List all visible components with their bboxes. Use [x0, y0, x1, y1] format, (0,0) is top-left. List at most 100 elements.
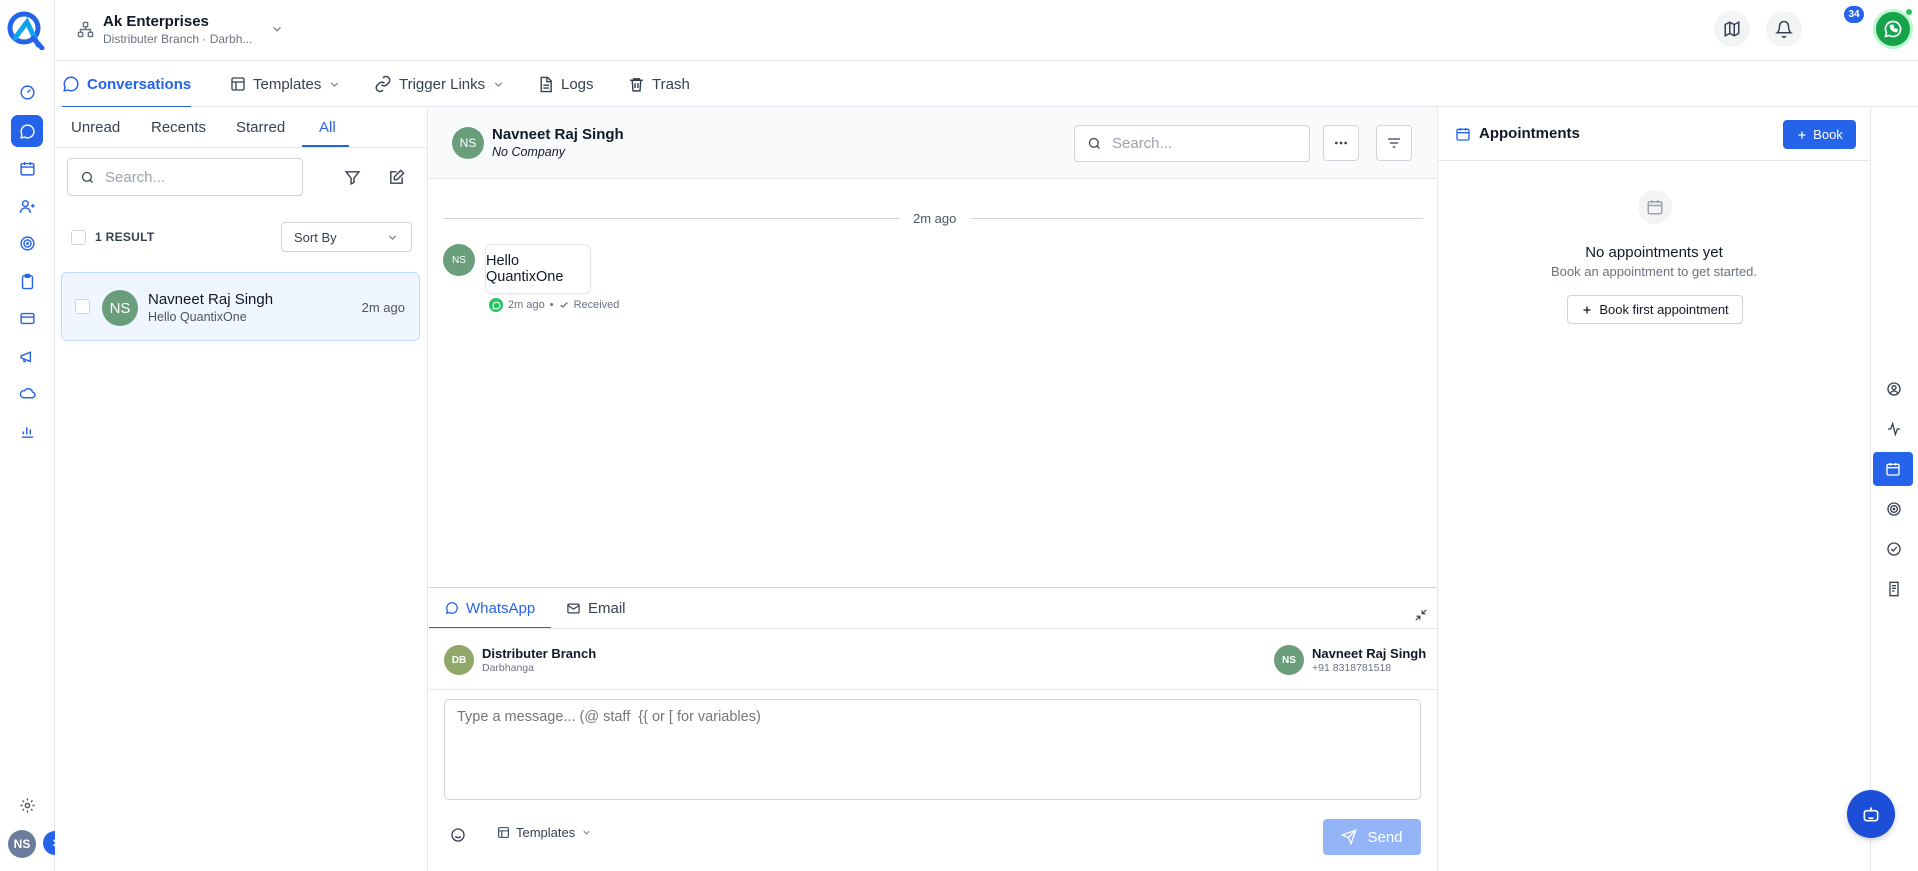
template-icon	[231, 77, 245, 91]
tab-email[interactable]: Email	[566, 589, 626, 627]
message-time: 2m ago	[508, 299, 545, 311]
app-logo[interactable]	[5, 8, 47, 50]
template-icon	[498, 827, 509, 838]
search-placeholder: Search...	[105, 168, 166, 186]
chat-panel: NS Navneet Raj Singh No Company Search..…	[429, 107, 1437, 871]
trash-icon	[630, 77, 643, 92]
sender-name: Distributer Branch	[482, 646, 597, 661]
assistant-bot-button[interactable]	[1847, 790, 1895, 838]
composer-divider	[429, 587, 1437, 588]
nav-calendar-icon[interactable]	[11, 152, 43, 184]
conversation-search-input[interactable]: Search...	[67, 158, 303, 196]
user-avatar[interactable]: NS	[8, 830, 36, 858]
conversation-checkbox[interactable]	[75, 299, 90, 314]
book-first-label: Book first appointment	[1599, 302, 1729, 317]
whatsapp-icon	[489, 298, 503, 312]
collapse-composer-button[interactable]	[1413, 607, 1429, 623]
org-name[interactable]: Ak Enterprises	[103, 13, 209, 30]
filter-lines-icon	[1388, 138, 1400, 148]
recipient-name: Navneet Raj Singh	[1312, 646, 1427, 661]
notes-icon[interactable]	[1877, 572, 1911, 606]
nav-dashboard-icon[interactable]	[11, 76, 43, 108]
filter-button[interactable]	[341, 166, 363, 188]
tab-conversations[interactable]: Conversations	[62, 61, 192, 108]
tab-label: Logs	[561, 75, 594, 93]
chevron-down-icon[interactable]	[270, 22, 284, 36]
target-icon[interactable]	[1877, 492, 1911, 526]
conversation-time: 2m ago	[361, 300, 405, 315]
tab-whatsapp[interactable]: WhatsApp	[445, 589, 535, 627]
whatsapp-icon	[445, 602, 458, 615]
tab-label: Templates	[253, 75, 322, 93]
nav-reports-icon[interactable]	[11, 415, 43, 447]
nav-contacts-icon[interactable]	[11, 190, 43, 222]
book-button[interactable]: Book	[1783, 120, 1856, 149]
nav-megaphone-icon[interactable]	[11, 340, 43, 372]
filter-icon	[344, 170, 360, 185]
nav-payments-icon[interactable]	[11, 302, 43, 334]
map-button[interactable]	[1714, 11, 1750, 47]
bell-icon	[1775, 20, 1793, 38]
tab-starred[interactable]: Starred	[236, 107, 285, 147]
tab-all[interactable]: All	[319, 107, 336, 147]
check-icon	[559, 302, 568, 308]
divider	[429, 689, 1437, 690]
document-icon	[540, 76, 552, 92]
conversation-list-item[interactable]: NS Navneet Raj Singh Hello QuantixOne 2m…	[61, 272, 420, 341]
chat-search-input[interactable]: Search...	[1074, 125, 1310, 162]
divider	[429, 628, 1437, 629]
search-icon	[1088, 137, 1100, 149]
nav-clipboard-icon[interactable]	[11, 265, 43, 297]
empty-calendar-icon	[1638, 190, 1672, 224]
select-all-checkbox[interactable]	[71, 230, 86, 245]
message-avatar: NS	[443, 244, 475, 276]
org-tree-icon	[77, 21, 94, 38]
tab-logs[interactable]: Logs	[537, 61, 594, 107]
tab-unread[interactable]: Unread	[71, 107, 120, 147]
tab-trigger-links[interactable]: Trigger Links	[374, 61, 505, 107]
tab-label: Conversations	[87, 75, 192, 93]
emoji-button[interactable]	[449, 826, 467, 844]
templates-dropdown-button[interactable]: Templates	[497, 825, 592, 840]
activity-icon[interactable]	[1877, 412, 1911, 446]
contact-name[interactable]: Navneet Raj Singh	[492, 126, 624, 143]
tab-recents[interactable]: Recents	[151, 107, 206, 147]
calendar-icon[interactable]	[1873, 452, 1913, 486]
minimize-icon	[1415, 609, 1427, 621]
chevron-down-icon	[331, 81, 339, 87]
compose-button[interactable]	[385, 166, 407, 188]
org-branch[interactable]: Distributer Branch · Darbh...	[103, 32, 252, 46]
meta-separator: •	[549, 299, 554, 311]
chat-header: NS Navneet Raj Singh No Company Search..…	[429, 107, 1437, 179]
settings-icon[interactable]	[11, 789, 43, 821]
map-icon	[1724, 21, 1740, 37]
notification-badge: 34	[1844, 6, 1864, 23]
bot-icon	[1863, 807, 1879, 822]
tab-templates[interactable]: Templates	[230, 61, 341, 107]
notifications-button[interactable]	[1766, 11, 1802, 47]
contact-avatar: NS	[102, 290, 138, 326]
sender-info: DB Distributer Branch Darbhanga	[444, 645, 596, 675]
nav-cloud-icon[interactable]	[11, 377, 43, 409]
send-icon	[1341, 829, 1358, 845]
tab-trash[interactable]: Trash	[628, 61, 690, 107]
online-status-dot	[1905, 8, 1913, 16]
user-circle-icon[interactable]	[1877, 372, 1911, 406]
empty-state-subtitle: Book an appointment to get started.	[1551, 264, 1757, 279]
smile-icon	[451, 828, 465, 842]
right-rail	[1871, 107, 1918, 871]
contact-avatar[interactable]: NS	[452, 127, 484, 159]
check-circle-icon[interactable]	[1877, 532, 1911, 566]
sort-by-label: Sort By	[294, 229, 337, 245]
book-first-appointment-button[interactable]: Book first appointment	[1567, 295, 1743, 324]
recipient-avatar: NS	[1274, 645, 1304, 675]
nav-conversations-icon[interactable]	[11, 115, 43, 147]
more-options-button[interactable]	[1323, 125, 1359, 161]
chat-filter-button[interactable]	[1376, 125, 1412, 161]
nav-target-icon[interactable]	[11, 227, 43, 259]
send-button[interactable]: Send	[1323, 819, 1421, 855]
message-meta: 2m ago • Received	[489, 298, 619, 312]
message-input[interactable]	[444, 699, 1421, 800]
sort-by-select[interactable]: Sort By	[281, 222, 412, 252]
sender-avatar: DB	[444, 645, 474, 675]
